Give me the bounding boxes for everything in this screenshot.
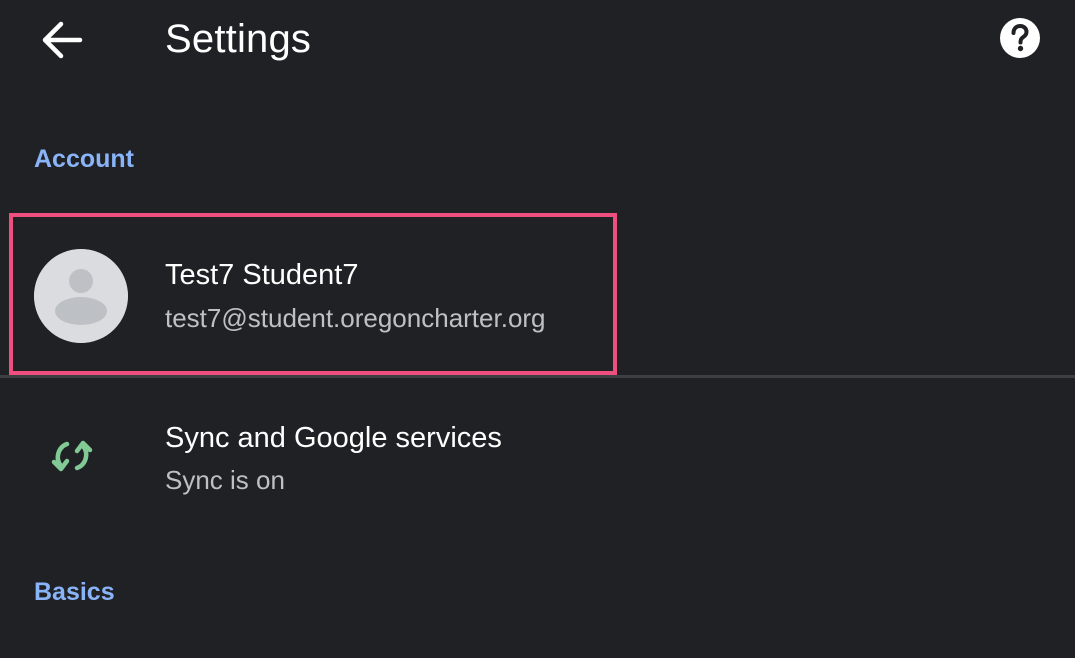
default-avatar-icon xyxy=(34,249,128,343)
sync-and-google-services-row[interactable]: Sync and Google services Sync is on xyxy=(0,392,1075,522)
settings-screen: Settings Account Test7 Student7 test7@st… xyxy=(0,0,1075,658)
help-icon xyxy=(1000,18,1040,58)
account-row[interactable]: Test7 Student7 test7@student.oregonchart… xyxy=(9,213,617,375)
sync-title: Sync and Google services xyxy=(165,422,502,454)
top-app-bar: Settings xyxy=(0,0,1075,80)
page-title: Settings xyxy=(165,17,312,61)
divider xyxy=(0,375,1075,378)
avatar xyxy=(34,249,128,343)
sync-icon xyxy=(51,440,93,472)
help-button[interactable] xyxy=(996,14,1044,62)
account-name: Test7 Student7 xyxy=(165,259,359,291)
arrow-back-icon xyxy=(42,21,83,59)
section-header-basics: Basics xyxy=(34,578,115,606)
account-email: test7@student.oregoncharter.org xyxy=(165,303,546,333)
sync-status: Sync is on xyxy=(165,465,285,495)
section-header-account: Account xyxy=(34,145,134,173)
back-button[interactable] xyxy=(36,16,88,64)
